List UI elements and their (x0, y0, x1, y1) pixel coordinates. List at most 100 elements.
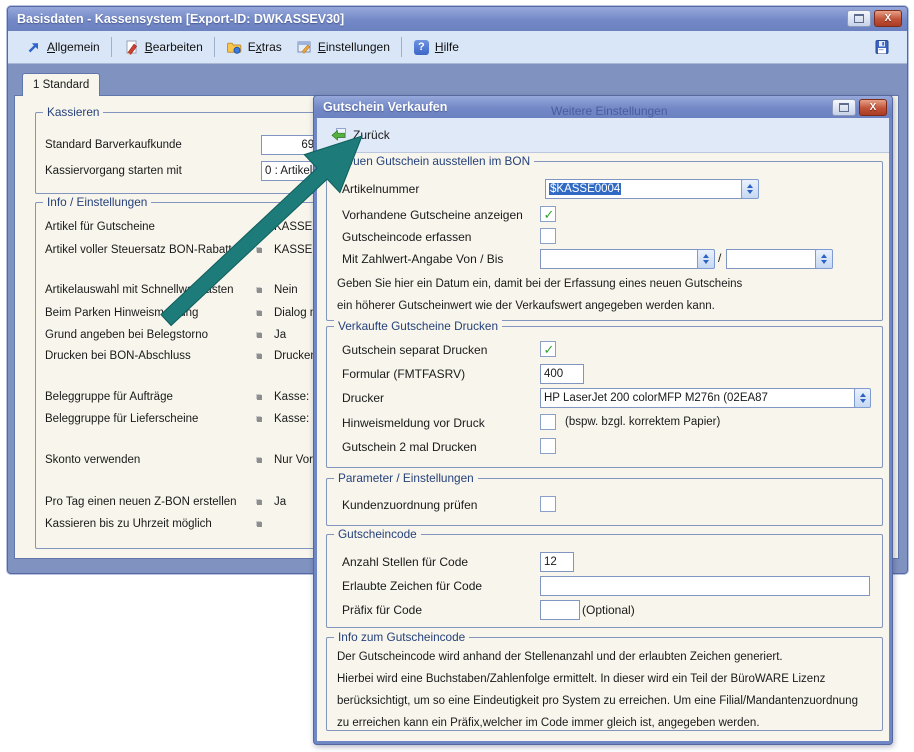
bullet-icon (257, 395, 262, 400)
group-gutscheincode: Gutscheincode Anzahl Stellen für Code 12… (326, 534, 883, 628)
menu-bar: Allgemein Bearbeiten Extras Einst (8, 31, 907, 64)
menu-item-label: Extras (248, 40, 282, 54)
bullet-icon (257, 225, 262, 230)
restore-icon (854, 14, 864, 23)
close-button[interactable]: X (874, 10, 902, 27)
dialog-title: Gutschein Verkaufen (323, 100, 447, 114)
code-erfassen-label: Gutscheincode erfassen (342, 230, 471, 244)
bullet-icon (257, 333, 262, 338)
back-button-label: Zurück (353, 128, 390, 142)
save-icon (873, 39, 890, 56)
kundenzuordnung-checkbox[interactable] (540, 496, 556, 512)
menu-item-allgemein[interactable]: Allgemein (18, 39, 107, 56)
zahlwert-hint-line1: Geben Sie hier ein Datum ein, damit bei … (337, 278, 742, 290)
save-button[interactable] (866, 39, 897, 56)
back-arrow-icon (330, 127, 347, 144)
code-info-line1: Der Gutscheincode wird anhand der Stelle… (337, 651, 783, 663)
group-info-gutscheincode: Info zum Gutscheincode Der Gutscheincode… (326, 637, 883, 731)
toolbar-separator (401, 37, 402, 57)
main-window-controls: X (847, 10, 902, 27)
barverkaufkunde-label: Standard Barverkaufkunde (45, 139, 182, 151)
separat-drucken-checkbox[interactable]: ✓ (540, 341, 556, 357)
main-window-title: Basisdaten - Kassensystem [Export-ID: DW… (17, 12, 344, 26)
dialog-gutschein-verkaufen: Gutschein Verkaufen Weitere Einstellunge… (313, 95, 893, 745)
menu-item-hilfe[interactable]: ? Hilfe (406, 39, 466, 56)
zahlwert-von-field[interactable] (540, 249, 704, 269)
help-icon: ? (413, 39, 430, 56)
hinweismeldung-checkbox[interactable] (540, 414, 556, 430)
group-title: Gutscheincode (334, 527, 421, 541)
formular-label: Formular (FMTFASRV) (342, 367, 465, 381)
artikelnummer-spinner[interactable] (741, 179, 759, 199)
menu-item-label: Hilfe (435, 40, 459, 54)
folder-icon (226, 39, 243, 56)
menu-item-label: Einstellungen (318, 40, 390, 54)
restore-icon (839, 103, 849, 112)
check-icon: ✓ (544, 344, 555, 356)
separat-drucken-label: Gutschein separat Drucken (342, 343, 487, 357)
bullet-icon (257, 522, 262, 527)
zahlwert-label: Mit Zahlwert-Angabe Von / Bis (342, 252, 503, 266)
back-button[interactable]: Zurück (330, 127, 390, 144)
drucker-spinner[interactable] (854, 388, 871, 408)
group-title: Info zum Gutscheincode (334, 630, 469, 644)
group-parameter: Parameter / Einstellungen Kundenzuordnun… (326, 478, 883, 526)
code-erfassen-checkbox[interactable] (540, 228, 556, 244)
artikelnummer-label: Artikelnummer (342, 182, 419, 196)
menu-item-label: Bearbeiten (145, 40, 203, 54)
dialog-close-button[interactable]: X (859, 99, 887, 116)
zweimal-drucken-checkbox[interactable] (540, 438, 556, 454)
ghost-text-weitere-einstellungen: Weitere Einstellungen (551, 104, 668, 118)
group-title: Neuen Gutschein ausstellen im BON (334, 154, 534, 168)
dialog-toolbar: Zurück (317, 118, 889, 153)
dialog-restore-button[interactable] (832, 99, 856, 116)
anzahl-stellen-field[interactable]: 12 (540, 552, 574, 572)
praefix-field[interactable] (540, 600, 580, 620)
hinweismeldung-label: Hinweismeldung vor Druck (342, 416, 485, 430)
tab-standard[interactable]: 1 Standard (22, 73, 100, 96)
drucker-label: Drucker (342, 391, 384, 405)
dialog-window-controls: X (832, 99, 887, 116)
group-title: Parameter / Einstellungen (334, 471, 478, 485)
dialog-body: Zurück Neuen Gutschein ausstellen im BON… (317, 118, 889, 741)
bullet-icon (257, 288, 262, 293)
zweimal-drucken-label: Gutschein 2 mal Drucken (342, 440, 477, 454)
code-info-line3: berücksichtigt, um so eine Eindeutigkeit… (337, 695, 858, 707)
erlaubte-zeichen-field[interactable] (540, 576, 870, 596)
vorhandene-checkbox[interactable]: ✓ (540, 206, 556, 222)
arrow-ne-icon (25, 39, 42, 56)
formular-field[interactable]: 400 (540, 364, 584, 384)
vorhandene-label: Vorhandene Gutscheine anzeigen (342, 208, 523, 222)
zahlwert-slash: / (718, 251, 721, 265)
bullet-icon (257, 500, 262, 505)
zahlwert-von-spinner[interactable] (697, 249, 715, 269)
toolbar-separator (111, 37, 112, 57)
close-icon: X (870, 102, 877, 113)
zahlwert-bis-field[interactable] (726, 249, 822, 269)
group-title: Kassieren (43, 105, 103, 119)
toolbar-separator (214, 37, 215, 57)
bullet-icon (257, 458, 262, 463)
restore-button[interactable] (847, 10, 871, 27)
bullet-icon (257, 248, 262, 253)
dialog-titlebar[interactable]: Gutschein Verkaufen Weitere Einstellunge… (314, 96, 892, 118)
kundenzuordnung-label: Kundenzuordnung prüfen (342, 498, 477, 512)
edit-pen-icon (123, 39, 140, 56)
menu-item-label: Allgemein (47, 40, 100, 54)
drucker-field[interactable]: HP LaserJet 200 colorMFP M276n (02EA87 (540, 388, 856, 408)
zahlwert-bis-spinner[interactable] (815, 249, 833, 269)
main-titlebar[interactable]: Basisdaten - Kassensystem [Export-ID: DW… (8, 7, 907, 31)
bullet-icon (257, 311, 262, 316)
menu-item-einstellungen[interactable]: Einstellungen (289, 39, 397, 56)
artikelnummer-field[interactable]: $KASSE0004 (545, 179, 747, 199)
group-neuer-gutschein: Neuen Gutschein ausstellen im BON Artike… (326, 161, 883, 321)
menu-item-bearbeiten[interactable]: Bearbeiten (116, 39, 210, 56)
bullet-icon (257, 354, 262, 359)
hinweismeldung-note: (bspw. bzgl. korrektem Papier) (565, 416, 720, 428)
zahlwert-hint-line2: ein höherer Gutscheinwert wie der Verkau… (337, 300, 715, 312)
erlaubte-zeichen-label: Erlaubte Zeichen für Code (342, 579, 482, 593)
code-info-line2: Hierbei wird eine Buchstaben/Zahlenfolge… (337, 673, 825, 685)
settings-window-icon (296, 39, 313, 56)
close-icon: X (885, 13, 892, 24)
menu-item-extras[interactable]: Extras (219, 39, 289, 56)
